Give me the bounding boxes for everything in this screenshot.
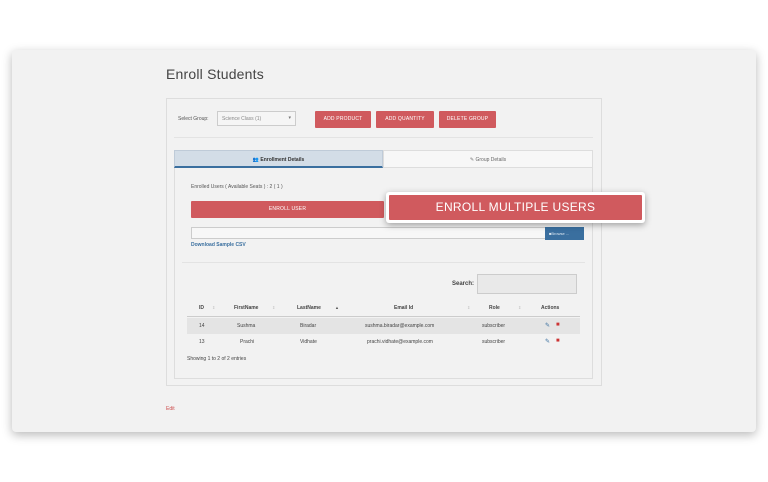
col-header-role[interactable]: Role	[489, 305, 500, 311]
cell-id: 14	[199, 323, 205, 329]
search-label: Search:	[452, 281, 475, 287]
tab-enrollment-details[interactable]: 👥 Enrollment Details	[174, 150, 383, 168]
enrolled-users-text: Enrolled Users ( Available Seats ) : 2 (…	[191, 184, 283, 190]
add-quantity-button[interactable]: ADD QUANTITY	[376, 111, 434, 128]
highlight-callout: ENROLL MULTIPLE USERS	[386, 192, 645, 223]
divider	[182, 262, 585, 263]
edit-link[interactable]: Edit	[166, 406, 175, 412]
chevron-down-icon: ▾	[288, 115, 291, 121]
select-group-label: Select Group:	[178, 116, 209, 122]
sort-asc-icon: ▲	[335, 305, 339, 310]
cell-firstname: Sushma	[237, 323, 256, 329]
users-icon: 👥	[252, 157, 259, 163]
col-header-lastname[interactable]: LastName	[297, 305, 321, 311]
sort-icon: ⇕	[518, 305, 522, 310]
col-header-firstname[interactable]: FirstName	[234, 305, 258, 311]
sort-icon: ⇕	[212, 305, 216, 310]
enroll-multiple-users-button[interactable]: ENROLL MULTIPLE USERS	[389, 195, 642, 220]
csv-file-input[interactable]	[191, 227, 584, 239]
group-select[interactable]: Science Class (1) ▾	[217, 111, 296, 126]
download-sample-csv-link[interactable]: Download Sample CSV	[191, 242, 246, 248]
sort-icon: ⇕	[467, 305, 471, 310]
cell-id: 13	[199, 339, 205, 345]
cell-lastname: Vidhate	[300, 339, 317, 345]
sort-icon: ⇕	[272, 305, 276, 310]
add-product-button[interactable]: ADD PRODUCT	[315, 111, 371, 128]
col-header-email[interactable]: Email Id	[394, 305, 413, 311]
edit-icon: ✎	[469, 157, 475, 163]
delete-group-button[interactable]: DELETE GROUP	[439, 111, 496, 128]
table-info: Showing 1 to 2 of 2 entries	[187, 356, 247, 362]
divider	[174, 137, 593, 138]
table-row: 14 Sushma Biradar sushma.biradar@example…	[187, 318, 580, 334]
page-title: Enroll Students	[166, 66, 264, 82]
search-input[interactable]	[477, 274, 577, 294]
edit-icon[interactable]: ✎	[545, 322, 550, 329]
trash-icon[interactable]: ■	[556, 338, 560, 344]
group-select-value: Science Class (1)	[222, 116, 262, 122]
col-header-id[interactable]: ID	[199, 305, 204, 311]
table-header-border	[187, 316, 580, 317]
enroll-user-button[interactable]: ENROLL USER	[191, 201, 384, 218]
browse-button[interactable]: ■Browse ...	[545, 227, 584, 240]
cell-role: subscriber	[482, 339, 506, 345]
tab-label: Enrollment Details	[260, 157, 305, 163]
cell-email: sushma.biradar@example.com	[365, 323, 435, 329]
tab-label: Group Details	[475, 157, 507, 163]
col-header-actions: Actions	[541, 305, 560, 311]
cell-role: subscriber	[482, 323, 506, 329]
cell-email: prachi.vidhate@example.com	[367, 339, 433, 345]
trash-icon[interactable]: ■	[556, 322, 560, 328]
table-row: 13 Prachi Vidhate prachi.vidhate@example…	[187, 334, 580, 350]
edit-icon[interactable]: ✎	[545, 338, 550, 345]
tab-group-details[interactable]: ✎ Group Details	[383, 150, 593, 168]
cell-lastname: Biradar	[300, 323, 317, 329]
cell-firstname: Prachi	[240, 339, 255, 345]
